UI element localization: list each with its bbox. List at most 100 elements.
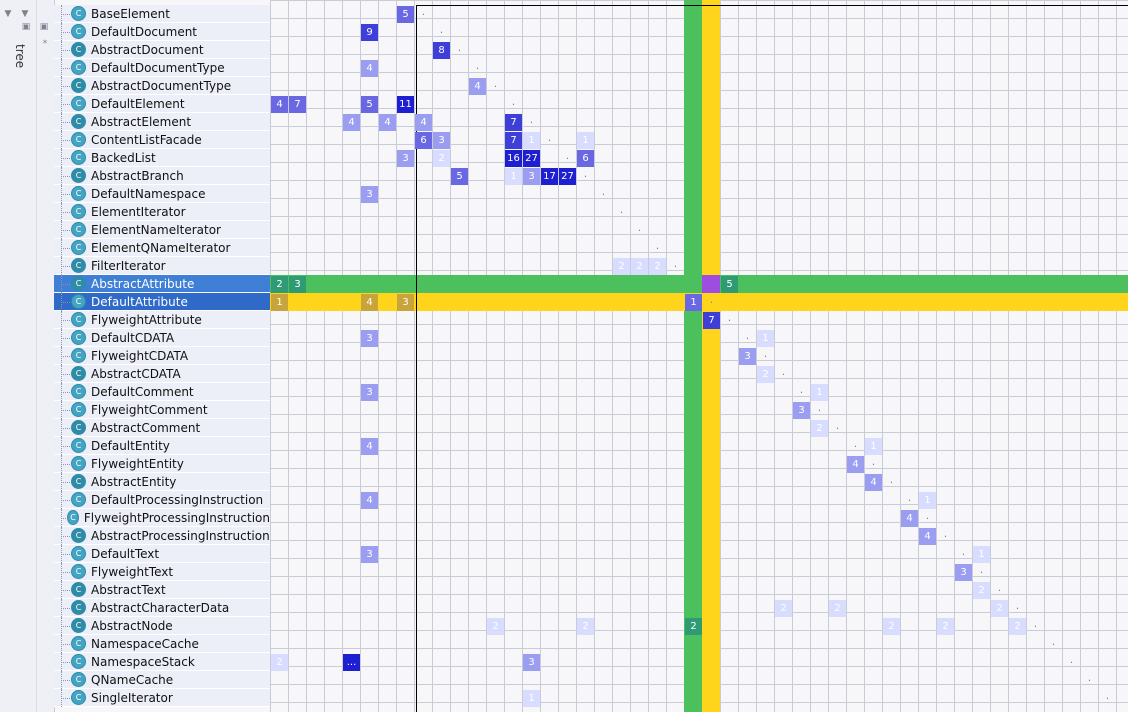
matrix-cell[interactable]: 17 [541,168,558,185]
tree-row[interactable]: C FlyweightText [54,562,270,581]
matrix-cell[interactable]: 4 [361,294,378,311]
tree-row[interactable]: C FlyweightProcessingInstruction [54,508,270,527]
matrix-cell[interactable]: 2 [433,150,450,167]
matrix-cell[interactable]: 3 [289,276,306,293]
tree-row[interactable]: C ElementNameIterator [54,220,270,239]
matrix-cell[interactable]: 3 [361,384,378,401]
tree-row[interactable]: C AbstractAttribute [54,274,270,293]
matrix-cell[interactable]: 2 [487,618,504,635]
matrix-cell[interactable]: 2 [631,258,648,275]
tree-row[interactable]: C AbstractProcessingInstruction [54,526,270,545]
matrix-cell[interactable]: 2 [613,258,630,275]
matrix-cell[interactable]: 7 [703,312,720,329]
tree-row[interactable]: C AbstractText [54,580,270,599]
tree-row[interactable]: C AbstractComment [54,418,270,437]
matrix-cell[interactable]: 8 [433,42,450,59]
matrix-cell[interactable]: 16 [505,150,522,167]
matrix-cell[interactable]: 7 [505,114,522,131]
tree-row[interactable]: C AbstractElement [54,112,270,131]
matrix-cell[interactable]: 3 [739,348,756,365]
tree-row[interactable]: C AbstractCharacterData [54,598,270,617]
tree-row[interactable]: C FilterIterator [54,256,270,275]
tree-row[interactable]: C FlyweightAttribute [54,310,270,329]
matrix-cell[interactable]: 3 [433,132,450,149]
matrix-cell[interactable]: 4 [343,114,360,131]
matrix-cell[interactable]: 3 [523,654,540,671]
matrix-cell[interactable]: 4 [865,474,882,491]
matrix-cell[interactable]: 4 [469,78,486,95]
matrix-cell[interactable]: 3 [523,168,540,185]
pin-icon[interactable]: ▣ [21,22,31,32]
matrix-cell[interactable]: 1 [523,132,540,149]
tree-row[interactable]: C AbstractNode [54,616,270,635]
matrix-cell[interactable]: 5 [451,168,468,185]
matrix-cell[interactable]: 7 [505,132,522,149]
matrix-cell[interactable]: 1 [973,546,990,563]
matrix-cell[interactable]: 5 [721,276,738,293]
tree-row[interactable]: C AbstractCDATA [54,364,270,383]
expand-icon[interactable]: ▼ [20,9,30,19]
matrix-cell[interactable]: 3 [955,564,972,581]
matrix-cell[interactable]: 2 [883,618,900,635]
tree-row[interactable]: C FlyweightEntity [54,454,270,473]
matrix-cell[interactable]: 2 [775,600,792,617]
matrix-cell[interactable]: 2 [577,618,594,635]
matrix-cell[interactable]: 1 [811,384,828,401]
settings-icon[interactable]: ▣ [39,22,49,32]
matrix-cell[interactable]: 2 [271,654,288,671]
matrix-cell[interactable]: 3 [361,330,378,347]
tree-row[interactable]: C BackedList [54,148,270,167]
matrix-cell[interactable]: 1 [685,294,702,311]
tree-row[interactable]: C DefaultAttribute [54,292,270,311]
tree-row[interactable]: C AbstractBranch [54,166,270,185]
matrix-cell[interactable]: 3 [361,186,378,203]
matrix-cell[interactable]: 4 [847,456,864,473]
matrix-cell[interactable]: 2 [829,600,846,617]
matrix-cell[interactable]: 2 [1009,618,1026,635]
matrix-cell[interactable]: 2 [649,258,666,275]
tree-row[interactable]: C SingleIterator [54,688,270,707]
tree-row[interactable]: C BaseElement [54,4,270,23]
matrix-cell[interactable]: 4 [901,510,918,527]
tree-row[interactable]: C DefaultText [54,544,270,563]
tree-row[interactable]: C QNameCache [54,670,270,689]
matrix-cell[interactable]: 2 [271,276,288,293]
tree-row[interactable]: C DefaultDocumentType [54,58,270,77]
matrix-cell[interactable]: 11 [397,96,414,113]
matrix-cell[interactable]: 1 [865,438,882,455]
matrix-cell[interactable]: 3 [397,150,414,167]
matrix-cell[interactable]: 1 [271,294,288,311]
matrix-cell[interactable]: ... [343,654,360,671]
matrix-cell[interactable]: 27 [559,168,576,185]
matrix-cell[interactable]: 2 [991,600,1008,617]
tree-row[interactable]: C NamespaceCache [54,634,270,653]
matrix-cell[interactable]: 1 [577,132,594,149]
tree-row[interactable]: C AbstractDocument [54,40,270,59]
matrix-cell[interactable]: 3 [361,546,378,563]
tree-row[interactable]: C DefaultComment [54,382,270,401]
matrix-cell[interactable]: 4 [919,528,936,545]
matrix-cell[interactable]: 27 [523,150,540,167]
tree-row[interactable]: C NamespaceStack [54,652,270,671]
matrix-cell[interactable]: 1 [919,492,936,509]
tree-row[interactable]: C FlyweightCDATA [54,346,270,365]
tree-row[interactable]: C FlyweightComment [54,400,270,419]
tree-row[interactable]: C DefaultElement [54,94,270,113]
matrix-cell[interactable]: 2 [937,618,954,635]
matrix-cell[interactable]: 2 [757,366,774,383]
matrix-cell[interactable]: 5 [397,6,414,23]
matrix-cell[interactable]: 7 [289,96,306,113]
tree-row[interactable]: C DefaultEntity [54,436,270,455]
matrix-cell[interactable]: 3 [793,402,810,419]
matrix-cell[interactable]: 4 [271,96,288,113]
tree-row[interactable]: C AbstractEntity [54,472,270,491]
matrix-cell[interactable]: 5 [361,96,378,113]
matrix-cell[interactable]: 6 [415,132,432,149]
matrix-cell[interactable]: 4 [415,114,432,131]
matrix-cell[interactable]: 9 [361,24,378,41]
matrix-cell[interactable]: 6 [577,150,594,167]
collapse-icon[interactable]: ▼ [3,9,13,19]
matrix-cell[interactable]: 2 [973,582,990,599]
matrix-cell[interactable]: 4 [361,60,378,77]
matrix-cell[interactable]: 3 [397,294,414,311]
